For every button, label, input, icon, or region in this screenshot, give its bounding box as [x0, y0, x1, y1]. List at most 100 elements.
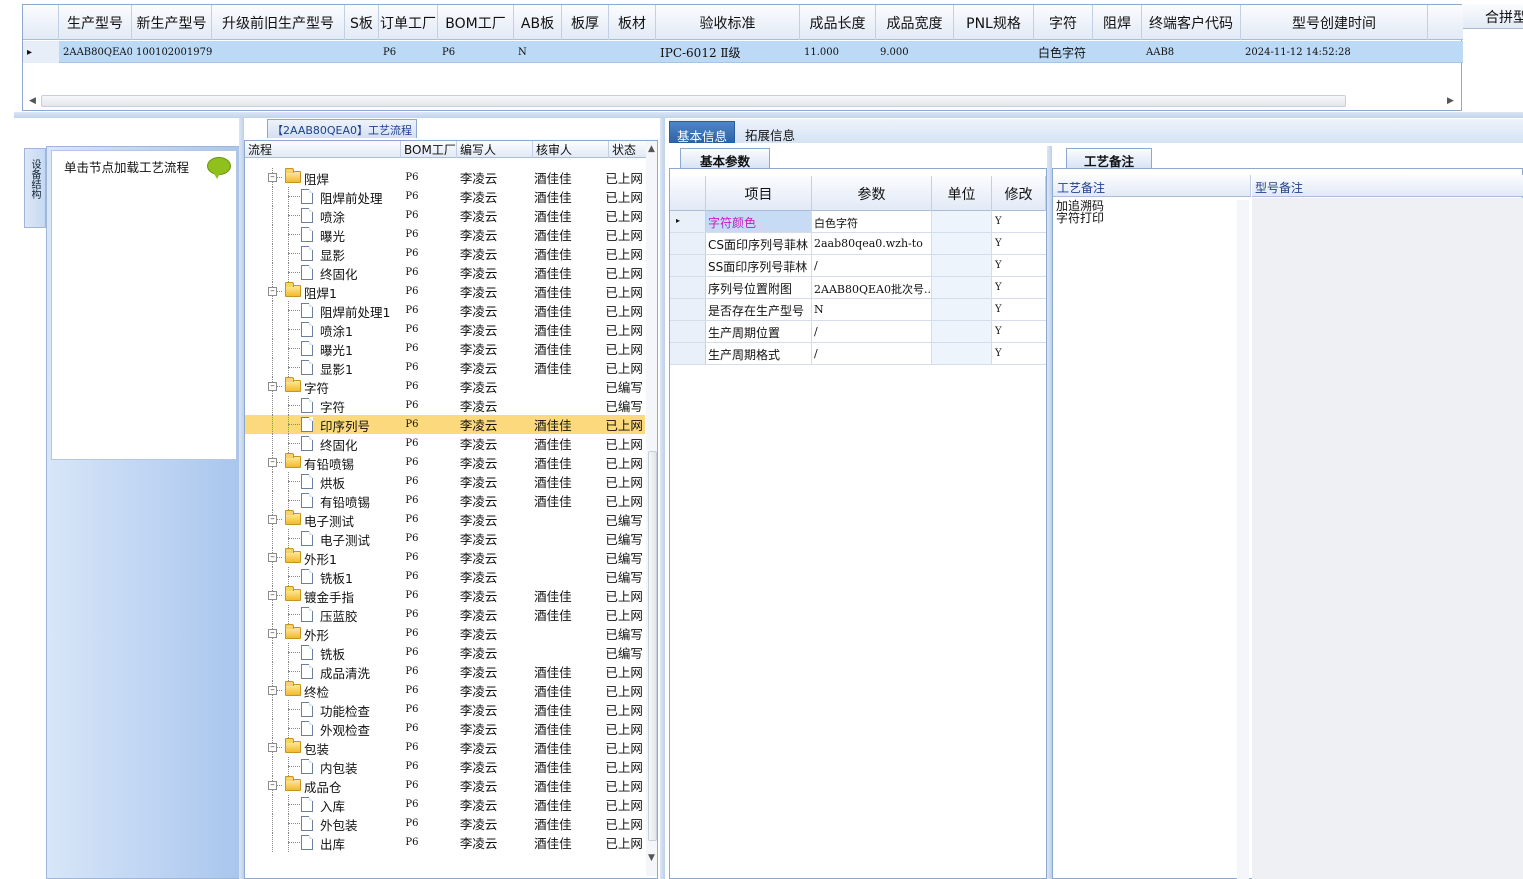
tree-row[interactable]: – 阻焊1 P6 李凌云 酒佳佳 已上网 [245, 282, 645, 301]
collapse-icon[interactable]: – [268, 382, 277, 391]
collapse-icon[interactable]: – [268, 629, 277, 638]
tree-node[interactable]: – 字符 [245, 377, 399, 396]
param-row[interactable]: 生产周期位置 / Y [670, 321, 1046, 343]
scroll-down-icon[interactable]: ▼ [648, 853, 655, 863]
param-unit[interactable] [932, 277, 992, 298]
tree-node[interactable]: 入库 [245, 795, 399, 814]
process-notes-tab[interactable]: 工艺备注 [1066, 148, 1152, 169]
model-grid-row[interactable]: ▸2AAB80QEA010010200197916P6P6NIPC-6012 Ⅱ… [23, 41, 1463, 63]
grid-cell[interactable] [609, 41, 656, 63]
collapse-icon[interactable]: – [268, 173, 277, 182]
tree-row[interactable]: 外包装 P6 李凌云 酒佳佳 已上网 [245, 814, 645, 833]
tree-row[interactable]: 终固化 P6 李凌云 酒佳佳 已上网 [245, 263, 645, 282]
column-header[interactable]: PNL规格 [954, 5, 1034, 40]
column-header[interactable]: 板厚 [562, 5, 609, 40]
grid-cell[interactable]: AAB8 [1142, 41, 1241, 63]
grid-cell[interactable] [562, 41, 609, 63]
basic-params-tab[interactable]: 基本参数 [680, 148, 770, 169]
scroll-right-icon[interactable]: ▶ [1447, 96, 1454, 106]
tree-row[interactable]: – 字符 P6 李凌云 已编写 [245, 377, 645, 396]
tree-row[interactable]: – 包装 P6 李凌云 酒佳佳 已上网 [245, 738, 645, 757]
column-header[interactable]: 阻焊 [1093, 5, 1142, 40]
tree-node[interactable]: 喷涂 [245, 206, 399, 225]
tree-node[interactable]: – 阻焊 [245, 168, 399, 187]
tree-node[interactable]: 内包装 [245, 757, 399, 776]
tree-node[interactable]: – 阻焊1 [245, 282, 399, 301]
param-value[interactable]: / [812, 321, 932, 342]
tree-node[interactable]: 曝光1 [245, 339, 399, 358]
tree-row[interactable]: 入库 P6 李凌云 酒佳佳 已上网 [245, 795, 645, 814]
tree-node[interactable]: – 有铅喷锡 [245, 453, 399, 472]
tree-row[interactable]: 喷涂 P6 李凌云 酒佳佳 已上网 [245, 206, 645, 225]
tree-node[interactable]: 外包装 [245, 814, 399, 833]
column-header[interactable]: 成品长度 [800, 5, 876, 40]
param-modify[interactable]: Y [992, 277, 1044, 298]
tree-node[interactable]: 显影 [245, 244, 399, 263]
tree-node[interactable]: 电子测试 [245, 529, 399, 548]
tree-row[interactable]: 烘板 P6 李凌云 酒佳佳 已上网 [245, 472, 645, 491]
grid-cell[interactable] [212, 41, 345, 63]
scroll-up-icon[interactable]: ▲ [648, 144, 655, 154]
tree-row[interactable]: 显影1 P6 李凌云 酒佳佳 已上网 [245, 358, 645, 377]
tab-extended-info[interactable]: 拓展信息 [738, 121, 802, 143]
param-unit[interactable] [932, 233, 992, 254]
column-header[interactable]: 型号创建时间 [1241, 5, 1428, 40]
param-modify[interactable]: Y [992, 255, 1044, 276]
tree-node[interactable]: – 电子测试 [245, 510, 399, 529]
tree-node[interactable]: – 外形1 [245, 548, 399, 567]
column-header[interactable]: BOM工厂 [438, 5, 514, 40]
tree-node[interactable]: 成品清洗 [245, 662, 399, 681]
column-header[interactable]: 验收标准 [656, 5, 800, 40]
param-modify[interactable]: Y [992, 321, 1044, 342]
column-header[interactable]: 板材 [609, 5, 656, 40]
column-header[interactable]: 单位 [932, 176, 992, 211]
column-header[interactable]: 状态 [609, 141, 649, 158]
param-row[interactable]: SS面印序列号菲林 / Y [670, 255, 1046, 277]
tree-row[interactable]: – 外形1 P6 李凌云 已编写 [245, 548, 645, 567]
param-value[interactable]: / [812, 255, 932, 276]
collapse-icon[interactable]: – [268, 287, 277, 296]
grid-cell[interactable] [1093, 41, 1142, 63]
param-value[interactable]: 2AAB80QEA0批次号... [812, 277, 932, 298]
collapse-icon[interactable]: – [268, 458, 277, 467]
tree-node[interactable]: 压蓝胶 [245, 605, 399, 624]
tree-row[interactable]: 铣板1 P6 李凌云 已编写 [245, 567, 645, 586]
column-header[interactable]: 字符 [1034, 5, 1093, 40]
tree-row[interactable]: 成品清洗 P6 李凌云 酒佳佳 已上网 [245, 662, 645, 681]
grid-cell[interactable]: P6 [438, 41, 514, 63]
grid-cell[interactable]: N [514, 41, 562, 63]
tree-row[interactable]: 曝光1 P6 李凌云 酒佳佳 已上网 [245, 339, 645, 358]
tree-node[interactable]: 铣板 [245, 643, 399, 662]
tree-row[interactable]: 显影 P6 李凌云 酒佳佳 已上网 [245, 244, 645, 263]
column-header[interactable]: S板 [345, 5, 379, 40]
tree-row[interactable]: 内包装 P6 李凌云 酒佳佳 已上网 [245, 757, 645, 776]
tree-node[interactable]: 字符 [245, 396, 399, 415]
tree-node[interactable]: 外观检查 [245, 719, 399, 738]
tree-node[interactable]: 终固化 [245, 263, 399, 282]
param-modify[interactable]: Y [992, 233, 1044, 254]
tree-node[interactable]: 显影1 [245, 358, 399, 377]
param-unit[interactable] [932, 255, 992, 276]
scroll-thumb[interactable] [41, 95, 1346, 107]
collapse-icon[interactable]: – [268, 553, 277, 562]
model-notes-area[interactable] [1252, 198, 1523, 879]
model-grid-hscrollbar[interactable]: ◀ ▶ [27, 95, 1457, 109]
column-header[interactable]: 核审人 [533, 141, 609, 158]
grid-cell[interactable]: 2024-11-12 14:52:28 [1241, 41, 1428, 63]
process-notes-text[interactable]: 加追溯码 字符打印 [1056, 200, 1104, 224]
param-row[interactable]: ▸ 字符颜色 白色字符 Y [670, 211, 1046, 233]
collapse-icon[interactable]: – [268, 781, 277, 790]
tree-node[interactable]: 终固化 [245, 434, 399, 453]
param-unit[interactable] [932, 321, 992, 342]
tree-row[interactable]: – 有铅喷锡 P6 李凌云 酒佳佳 已上网 [245, 453, 645, 472]
tree-node[interactable]: 烘板 [245, 472, 399, 491]
grid-cell[interactable]: 白色字符 [1034, 41, 1093, 63]
tree-node[interactable]: 印序列号 [245, 415, 399, 434]
tree-row[interactable]: 阻焊前处理1 P6 李凌云 酒佳佳 已上网 [245, 301, 645, 320]
column-header[interactable]: 成品宽度 [876, 5, 954, 40]
tree-row[interactable]: 压蓝胶 P6 李凌云 酒佳佳 已上网 [245, 605, 645, 624]
param-unit[interactable] [932, 211, 992, 232]
grid-cell[interactable]: P6 [379, 41, 438, 63]
column-header[interactable]: 订单工厂 [379, 5, 438, 40]
tab-basic-info[interactable]: 基本信息 [669, 121, 736, 144]
